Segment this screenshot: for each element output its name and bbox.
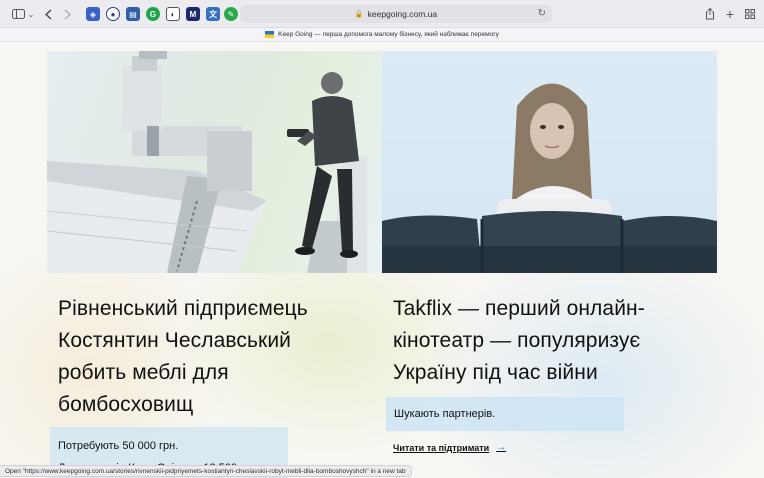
story-title-furniture[interactable]: Рівненський підприємець Костянтин Чеслав… [58,293,358,421]
ukraine-flag-icon [265,31,275,38]
banner-text: Keep Going — перша допомога малому бізне… [278,31,499,38]
privacy-extension-icon[interactable]: ◐ [166,7,180,21]
translate-extension-icon[interactable]: 文 [206,7,220,21]
evernote-extension-icon[interactable]: ✎ [224,7,238,21]
read-and-support-link[interactable]: Читати та підтримати → [393,442,506,453]
partners-note: Шукають партнерів. [394,408,496,420]
share-icon[interactable] [704,6,716,22]
shield-extension-icon[interactable]: ◈ [86,7,100,21]
grammarly-extension-icon[interactable]: G [146,7,160,21]
onepassword-extension-icon[interactable]: ● [106,7,120,21]
top-banner[interactable]: Keep Going — перша допомога малому бізне… [0,28,764,42]
story-info-takflix: Шукають партнерів. [386,397,624,431]
story-title-takflix[interactable]: Takflix — перший онлайн-кінотеатр — попу… [393,293,693,389]
plus-icon[interactable]: + [724,6,736,22]
m-extension-icon[interactable]: M [186,7,200,21]
sidebar-icon[interactable] [11,6,25,22]
story-photo-takflix[interactable] [382,51,717,273]
lock-icon: 🔒 [354,11,364,18]
reload-icon[interactable]: ↻ [538,8,546,19]
funding-needed: Потребують 50 000 грн. [58,440,179,452]
reader-extension-icon[interactable]: ▤ [126,7,140,21]
url-text: keepgoing.com.ua [367,9,438,19]
chevron-right-icon[interactable] [62,6,72,22]
story-photo-furniture[interactable] [47,51,382,273]
address-bar[interactable]: 🔒 keepgoing.com.ua ↻ [240,5,552,23]
cta-label: Читати та підтримати [393,442,490,453]
page-content: Рівненський підприємець Костянтин Чеслав… [0,43,764,478]
grid-icon[interactable] [744,6,756,22]
status-text: Open "https://www.keepgoing.com.ua/stori… [5,467,406,475]
chevron-down-icon[interactable]: ⌄ [27,6,35,22]
chevron-left-icon[interactable] [43,6,53,22]
link-status-bar: Open "https://www.keepgoing.com.ua/stori… [0,465,412,477]
browser-toolbar: ⌄ ◈ ● ▤ G ◐ M 文 ✎ 🔒 keepgoing.com.ua ↻ + [0,0,764,28]
arrow-right-icon: → [496,442,507,453]
